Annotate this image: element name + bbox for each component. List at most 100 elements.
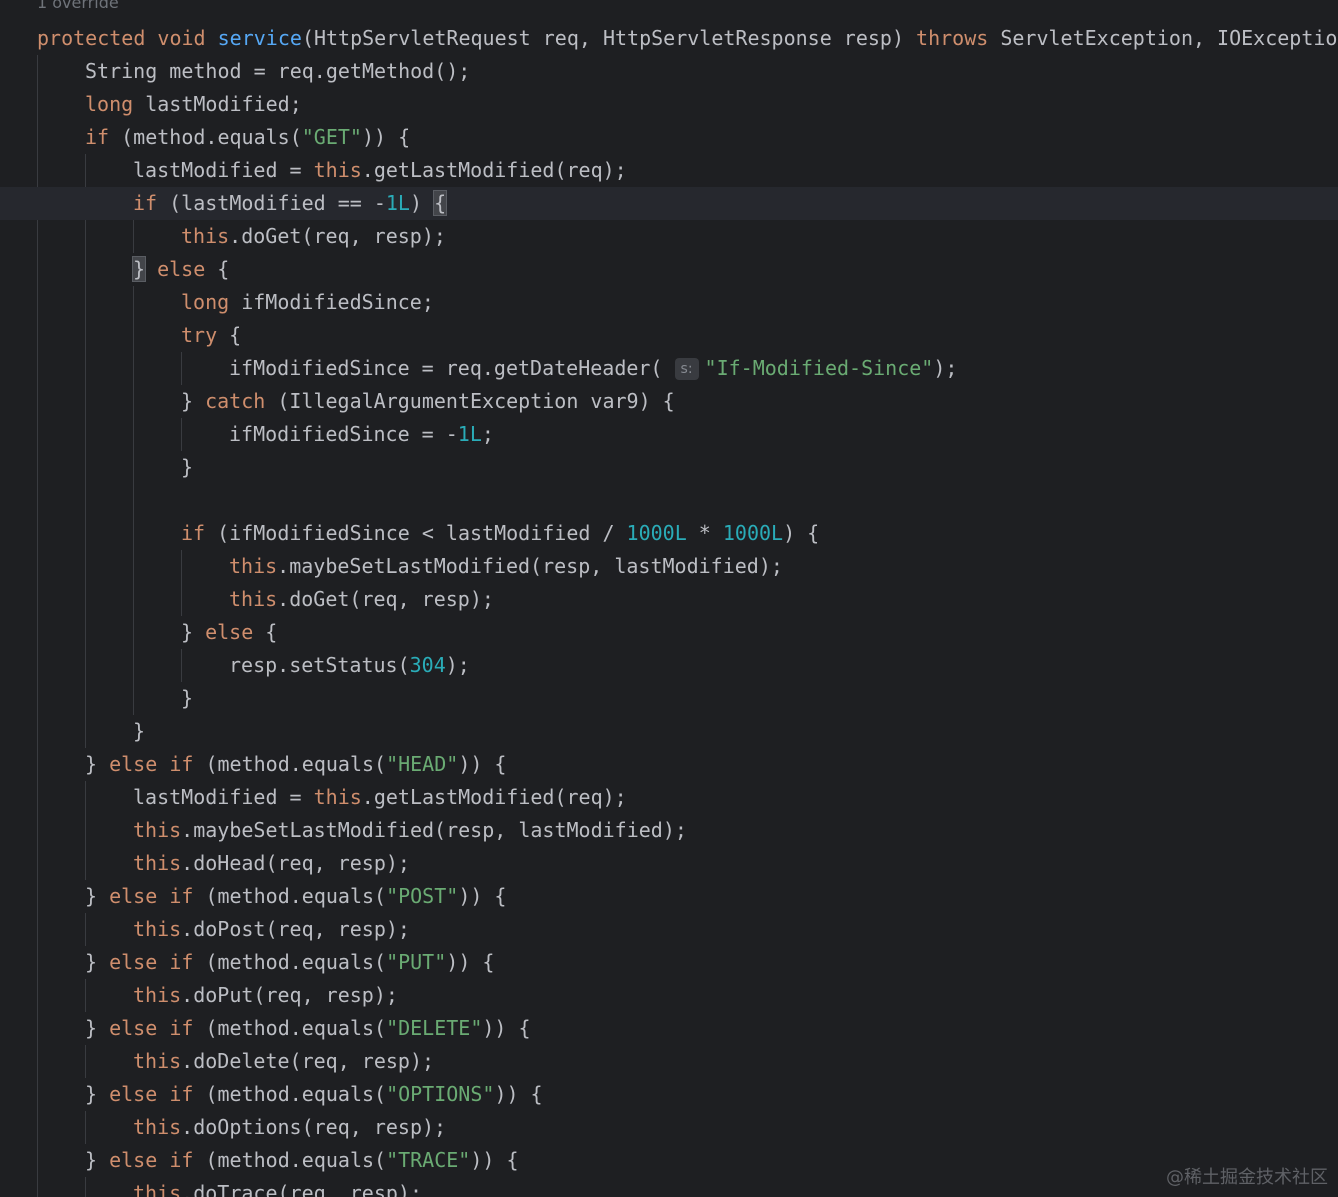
code-token: )) {: [482, 1016, 531, 1040]
code-line[interactable]: this.doGet(req, resp);: [0, 583, 1338, 616]
code-line[interactable]: this.doTrace(req, resp);: [0, 1177, 1338, 1197]
code-line[interactable]: lastModified = this.getLastModified(req)…: [0, 781, 1338, 814]
code-token: (method.equals(: [193, 1082, 387, 1106]
code-token: }: [85, 884, 110, 908]
code-token: .maybeSetLastModified(resp, lastModified…: [181, 818, 687, 842]
code-line[interactable]: } else {: [0, 253, 1338, 286]
code-token: (ifModifiedSince < lastModified /: [205, 521, 627, 545]
code-line[interactable]: this.doGet(req, resp);: [0, 220, 1338, 253]
code-token: .getLastModified(req);: [361, 158, 627, 182]
code-token: .doPost(req, resp);: [181, 917, 410, 941]
code-token: )) {: [458, 884, 507, 908]
code-line[interactable]: try {: [0, 319, 1338, 352]
code-line[interactable]: protected void service(HttpServletReques…: [0, 22, 1338, 55]
code-line[interactable]: if (ifModifiedSince < lastModified / 100…: [0, 517, 1338, 550]
code-token: (HttpServletRequest req, HttpServletResp…: [301, 26, 917, 50]
code-token: 1L: [457, 422, 482, 446]
code-token: .doGet(req, resp);: [229, 224, 446, 248]
code-line[interactable]: this.maybeSetLastModified(resp, lastModi…: [0, 550, 1338, 583]
code-token: "GET": [301, 125, 362, 149]
code-token: .doTrace(req, resp);: [181, 1181, 422, 1197]
code-token: ;: [481, 422, 494, 446]
watermark: @稀土掘金技术社区: [1166, 1167, 1328, 1188]
code-token: )) {: [458, 752, 507, 776]
code-token: else: [205, 620, 254, 644]
code-line[interactable]: long lastModified;: [0, 88, 1338, 121]
code-line[interactable]: } else if (method.equals("OPTIONS")) {: [0, 1078, 1338, 1111]
code-line[interactable]: this.doPost(req, resp);: [0, 913, 1338, 946]
code-line[interactable]: this.doHead(req, resp);: [0, 847, 1338, 880]
code-line[interactable]: ifModifiedSince = -1L;: [0, 418, 1338, 451]
code-line[interactable]: resp.setStatus(304);: [0, 649, 1338, 682]
code-token: }: [85, 1016, 110, 1040]
code-token: }: [85, 1082, 110, 1106]
code-token: "TRACE": [386, 1148, 471, 1172]
code-token: else: [109, 884, 158, 908]
code-token: .doPut(req, resp);: [181, 983, 398, 1007]
code-line[interactable]: }: [0, 682, 1338, 715]
code-line[interactable]: String method = req.getMethod();: [0, 55, 1338, 88]
code-token: this: [229, 554, 278, 578]
code-token: }: [133, 719, 146, 743]
code-line[interactable]: }: [0, 451, 1338, 484]
code-line[interactable]: }: [0, 715, 1338, 748]
code-line[interactable]: if (method.equals("GET")) {: [0, 121, 1338, 154]
code-line[interactable]: } else {: [0, 616, 1338, 649]
code-token: throws: [916, 26, 989, 50]
code-line[interactable]: long ifModifiedSince;: [0, 286, 1338, 319]
code-line[interactable]: this.doDelete(req, resp);: [0, 1045, 1338, 1078]
code-token: lastModified =: [133, 785, 314, 809]
code-editor[interactable]: 1 override protected void service(HttpSe…: [0, 0, 1338, 1197]
code-token: {: [433, 190, 448, 216]
code-line[interactable]: if (lastModified == -1L) {: [0, 187, 1338, 220]
code-token: catch: [205, 389, 266, 413]
code-token: 304: [409, 653, 446, 677]
code-token: 1000L: [626, 521, 687, 545]
code-line[interactable]: this.doPut(req, resp);: [0, 979, 1338, 1012]
code-token: this: [229, 587, 278, 611]
code-token: if: [169, 1148, 194, 1172]
code-token: if: [169, 950, 194, 974]
code-token: .doHead(req, resp);: [181, 851, 410, 875]
code-token: }: [181, 686, 194, 710]
code-token: long: [181, 290, 230, 314]
code-token: "DELETE": [386, 1016, 483, 1040]
code-token: )) {: [446, 950, 495, 974]
code-line[interactable]: } else if (method.equals("DELETE")) {: [0, 1012, 1338, 1045]
code-token: )) {: [494, 1082, 543, 1106]
code-token: "POST": [386, 884, 459, 908]
code-line[interactable]: this.doOptions(req, resp);: [0, 1111, 1338, 1144]
code-token: .maybeSetLastModified(resp, lastModified…: [277, 554, 783, 578]
code-token: *: [686, 521, 723, 545]
code-token: }: [181, 455, 194, 479]
code-token: "If-Modified-Since": [704, 356, 934, 380]
code-token: try: [181, 323, 218, 347]
code-token: this: [133, 851, 182, 875]
code-line[interactable]: } else if (method.equals("HEAD")) {: [0, 748, 1338, 781]
code-token: else: [157, 257, 206, 281]
code-token: "HEAD": [386, 752, 459, 776]
code-line[interactable]: } else if (method.equals("PUT")) {: [0, 946, 1338, 979]
code-token: this: [133, 1181, 182, 1197]
code-token: if: [169, 884, 194, 908]
code-token: (method.equals(: [109, 125, 302, 149]
code-token: else: [109, 1016, 158, 1040]
code-token: ifModifiedSince;: [229, 290, 434, 314]
code-token: (lastModified == -: [157, 191, 386, 215]
code-line[interactable]: [0, 484, 1338, 517]
code-line[interactable]: } catch (IllegalArgumentException var9) …: [0, 385, 1338, 418]
code-line[interactable]: this.maybeSetLastModified(resp, lastModi…: [0, 814, 1338, 847]
code-line[interactable]: } else if (method.equals("POST")) {: [0, 880, 1338, 913]
usage-hint[interactable]: 1 override: [37, 0, 119, 13]
code-token: else: [109, 752, 158, 776]
code-token: if: [85, 125, 110, 149]
code-line[interactable]: lastModified = this.getLastModified(req)…: [0, 154, 1338, 187]
code-token: {: [205, 257, 230, 281]
code-token: }: [131, 256, 147, 282]
code-token: if: [169, 1016, 194, 1040]
code-line[interactable]: } else if (method.equals("TRACE")) {: [0, 1144, 1338, 1177]
code-token: this: [133, 917, 182, 941]
code-line[interactable]: ifModifiedSince = req.getDateHeader( s: "…: [0, 352, 1338, 385]
